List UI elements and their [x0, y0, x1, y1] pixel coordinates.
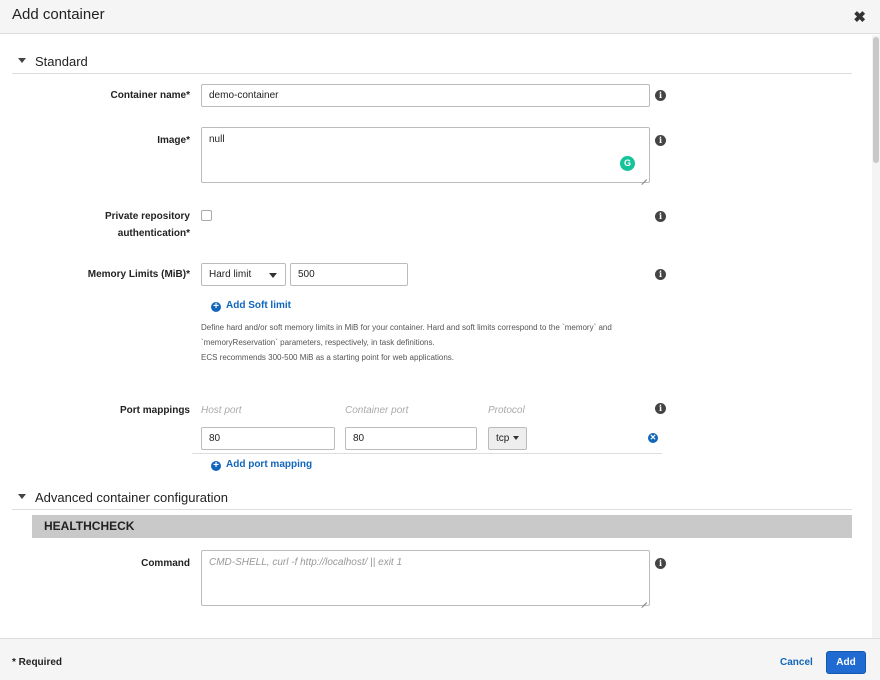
port-mappings-label: Port mappings	[119, 405, 190, 416]
chevron-down-icon	[269, 273, 277, 278]
private-repo-checkbox[interactable]	[201, 210, 212, 221]
section-advanced-label: Advanced container configuration	[35, 490, 228, 506]
add-port-mapping-label: Add port mapping	[226, 459, 313, 470]
memory-limits-label: Memory Limits (MiB)*	[87, 269, 190, 280]
add-soft-limit-label: Add Soft limit	[226, 300, 291, 311]
scrollbar-thumb[interactable]	[873, 37, 879, 163]
help-line: ECS recommends 300-500 MiB as a starting…	[201, 353, 455, 362]
add-port-mapping-link[interactable]: + Add port mapping	[211, 459, 312, 471]
dialog-footer: * Required Cancel Add	[0, 638, 880, 680]
private-repo-label: Private repository authentication*	[10, 208, 190, 242]
section-standard-toggle[interactable]: Standard	[18, 53, 88, 69]
info-icon[interactable]: i	[655, 558, 666, 569]
help-line: `memoryReservation` parameters, respecti…	[201, 338, 435, 347]
chevron-down-icon	[513, 436, 520, 441]
add-soft-limit-link[interactable]: + Add Soft limit	[211, 300, 291, 312]
private-repo-label-line2: authentication*	[117, 228, 190, 239]
dialog-body[interactable]: Standard Container name* demo-container …	[0, 35, 880, 638]
memory-limit-type-value: Hard limit	[209, 269, 252, 280]
resize-handle-icon[interactable]	[641, 597, 648, 604]
protocol-value: tcp	[496, 433, 510, 444]
divider	[192, 453, 662, 454]
divider	[12, 73, 852, 74]
info-icon[interactable]: i	[655, 269, 666, 280]
caret-down-icon	[18, 58, 26, 64]
section-standard-label: Standard	[35, 54, 88, 70]
image-value: null	[209, 134, 225, 145]
close-icon[interactable]: ✖	[853, 8, 866, 26]
protocol-column-header: Protocol	[488, 405, 525, 416]
protocol-select[interactable]: tcp	[488, 427, 528, 450]
host-port-input[interactable]: 80	[201, 427, 335, 450]
info-icon[interactable]: i	[655, 135, 666, 146]
scrollbar[interactable]	[872, 35, 880, 638]
grammarly-icon[interactable]: G	[620, 156, 635, 171]
healthcheck-title: HEALTHCHECK	[44, 519, 135, 533]
private-repo-label-line1: Private repository	[104, 211, 190, 222]
container-name-label: Container name*	[110, 90, 190, 101]
info-icon[interactable]: i	[655, 211, 666, 222]
command-label: Command	[141, 558, 190, 569]
divider	[12, 509, 852, 510]
memory-limit-type-select[interactable]: Hard limit	[201, 263, 286, 286]
image-label: Image*	[157, 135, 190, 146]
remove-port-mapping-icon[interactable]: ✕	[648, 433, 658, 443]
dialog-header: Add container ✖	[0, 0, 880, 34]
command-textarea[interactable]: CMD-SHELL, curl -f http://localhost/ || …	[201, 550, 650, 606]
memory-limit-input[interactable]: 500	[290, 263, 408, 286]
info-icon[interactable]: i	[655, 90, 666, 101]
section-advanced-toggle[interactable]: Advanced container configuration	[18, 489, 228, 505]
resize-handle-icon[interactable]	[641, 174, 648, 181]
cancel-button[interactable]: Cancel	[780, 657, 813, 668]
dialog-title: Add container	[12, 6, 105, 23]
image-textarea[interactable]: null G	[201, 127, 650, 183]
healthcheck-header: HEALTHCHECK	[32, 515, 852, 538]
add-button[interactable]: Add	[826, 651, 866, 674]
host-port-column-header: Host port	[201, 405, 242, 416]
memory-help-text: Define hard and/or soft memory limits in…	[201, 320, 671, 365]
required-note: * Required	[12, 657, 63, 668]
help-line: Define hard and/or soft memory limits in…	[201, 323, 612, 332]
container-port-input[interactable]: 80	[345, 427, 477, 450]
container-name-input[interactable]: demo-container	[201, 84, 650, 107]
container-port-column-header: Container port	[345, 405, 409, 416]
caret-down-icon	[18, 494, 26, 500]
plus-circle-icon: +	[211, 302, 221, 312]
plus-circle-icon: +	[211, 461, 221, 471]
command-placeholder: CMD-SHELL, curl -f http://localhost/ || …	[209, 557, 403, 568]
info-icon[interactable]: i	[655, 403, 666, 414]
